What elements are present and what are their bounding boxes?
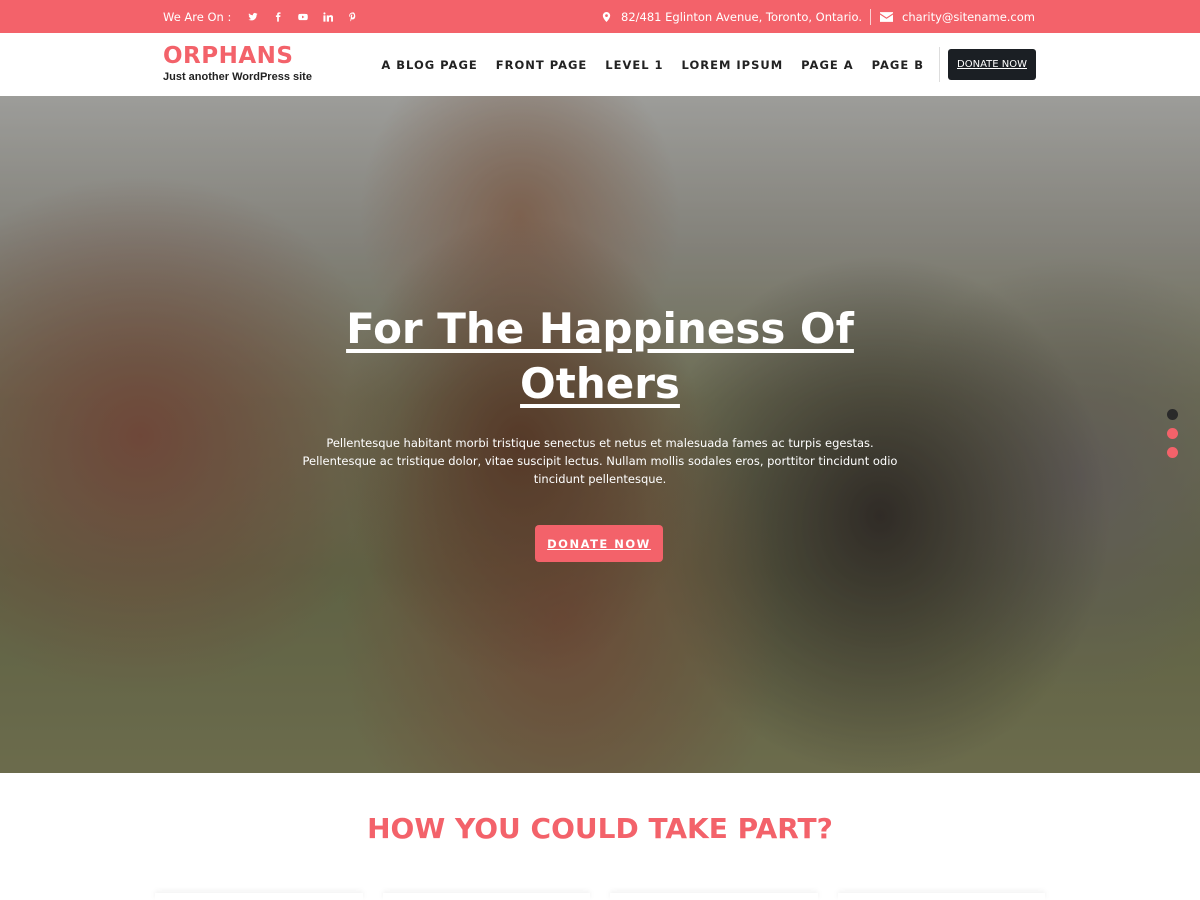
twitter-icon[interactable]: [240, 0, 265, 33]
card: [383, 893, 591, 900]
top-bar: We Are On : 82/481 Eglinton Avenue, Toro…: [0, 0, 1200, 33]
site-tagline: Just another WordPress site: [163, 71, 312, 83]
card: [838, 893, 1046, 900]
email-link[interactable]: charity@sitename.com: [902, 10, 1035, 24]
contact-divider: [870, 8, 871, 25]
section-title: HOW YOU COULD TAKE PART?: [367, 812, 833, 845]
header-donate-button[interactable]: DONATE NOW: [948, 49, 1036, 80]
slider-dot-3[interactable]: [1167, 447, 1178, 458]
location-pin-icon: [601, 11, 612, 23]
nav-item-page-a[interactable]: PAGE A: [801, 58, 853, 72]
nav-divider: [939, 47, 940, 82]
hero-slider: For The Happiness Of Others Pellentesque…: [0, 96, 1200, 773]
slider-dot-2[interactable]: [1167, 428, 1178, 439]
hero-title[interactable]: For The Happiness Of Others: [300, 301, 900, 411]
slider-dot-1[interactable]: [1167, 409, 1178, 420]
nav-item-blog-page[interactable]: A BLOG PAGE: [381, 58, 477, 72]
hero-description: Pellentesque habitant morbi tristique se…: [302, 436, 898, 486]
site-header: ORPHANS Just another WordPress site A BL…: [0, 33, 1200, 96]
contact-info: 82/481 Eglinton Avenue, Toronto, Ontario…: [601, 0, 1035, 33]
nav-item-front-page[interactable]: FRONT PAGE: [496, 58, 588, 72]
main-nav: A BLOG PAGE FRONT PAGE LEVEL 1 LOREM IPS…: [363, 33, 924, 96]
address-text: 82/481 Eglinton Avenue, Toronto, Ontario…: [621, 9, 862, 24]
card: [155, 893, 363, 900]
social-label: We Are On :: [163, 9, 232, 24]
social-links: We Are On :: [163, 0, 365, 33]
pinterest-icon[interactable]: [340, 0, 365, 33]
nav-item-lorem-ipsum[interactable]: LOREM IPSUM: [682, 58, 784, 72]
facebook-icon[interactable]: [265, 0, 290, 33]
site-title[interactable]: ORPHANS: [163, 43, 312, 69]
hero-donate-button[interactable]: DONATE NOW: [535, 525, 663, 562]
slider-pagination: [1167, 409, 1178, 458]
nav-item-level-1[interactable]: LEVEL 1: [605, 58, 663, 72]
envelope-icon: [880, 11, 893, 23]
nav-item-page-b[interactable]: PAGE B: [872, 58, 924, 72]
linkedin-icon[interactable]: [315, 0, 340, 33]
youtube-icon[interactable]: [290, 0, 315, 33]
cards-row: [155, 893, 1045, 900]
card: [610, 893, 818, 900]
site-branding: ORPHANS Just another WordPress site: [163, 43, 312, 83]
